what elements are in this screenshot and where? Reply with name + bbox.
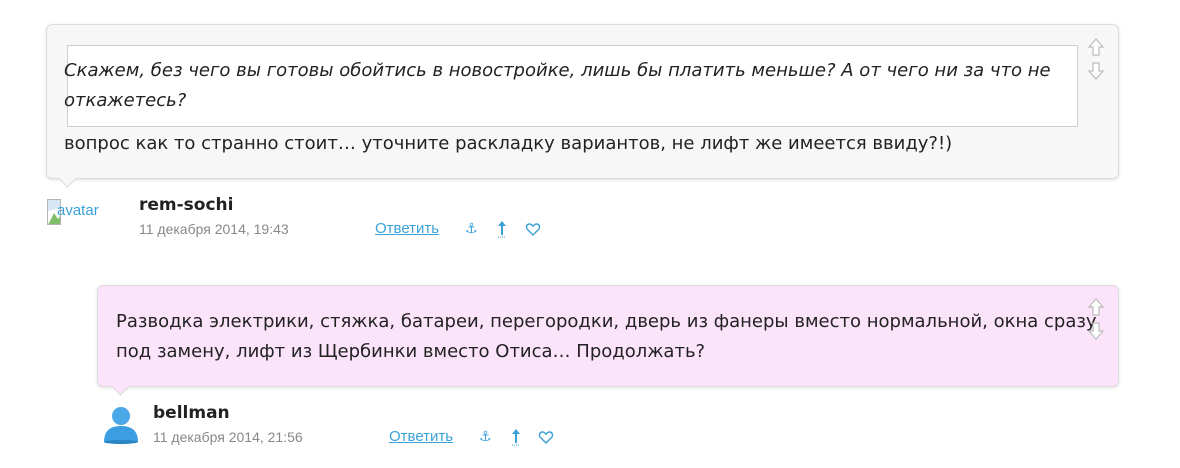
vote-down-arrow-icon[interactable] <box>1087 322 1105 340</box>
author-name[interactable]: bellman <box>153 403 230 423</box>
comment-text: Разводка электрики, стяжка, батареи, пер… <box>116 311 1097 362</box>
author-name[interactable]: rem-sochi <box>139 195 234 215</box>
bubble-tail <box>58 169 77 188</box>
vote-down-arrow-icon[interactable] <box>1087 62 1105 80</box>
vote-controls <box>1087 37 1105 81</box>
quote-text: Скажем, без чего вы готовы обойтись в но… <box>64 60 1051 111</box>
avatar-alt-text: avatar <box>57 202 99 219</box>
avatar: avatar <box>47 199 127 225</box>
arrow-up-icon[interactable] <box>510 427 522 451</box>
vote-up-arrow-icon[interactable] <box>1087 298 1105 316</box>
avatar <box>104 407 138 444</box>
bubble-tail <box>111 377 130 396</box>
reply-link[interactable]: Ответить <box>375 220 439 237</box>
user-avatar-icon <box>104 407 138 444</box>
arrow-up-icon[interactable] <box>496 219 508 243</box>
anchor-icon[interactable]: ⚓ <box>479 429 492 445</box>
heart-icon[interactable] <box>538 429 554 449</box>
comment-text: вопрос как то странно стоит… уточните ра… <box>64 133 953 154</box>
anchor-icon[interactable]: ⚓ <box>465 221 478 237</box>
vote-up-arrow-icon[interactable] <box>1087 38 1105 56</box>
comment-bubble: Разводка электрики, стяжка, батареи, пер… <box>97 285 1119 396</box>
reply-link[interactable]: Ответить <box>389 428 453 445</box>
comment-bubble: Скажем, без чего вы готовы обойтись в но… <box>46 24 1119 188</box>
vote-controls <box>1087 297 1105 341</box>
comment-date: 11 декабря 2014, 21:56 <box>153 429 303 445</box>
heart-icon[interactable] <box>525 221 541 241</box>
comment-date: 11 декабря 2014, 19:43 <box>139 221 289 237</box>
